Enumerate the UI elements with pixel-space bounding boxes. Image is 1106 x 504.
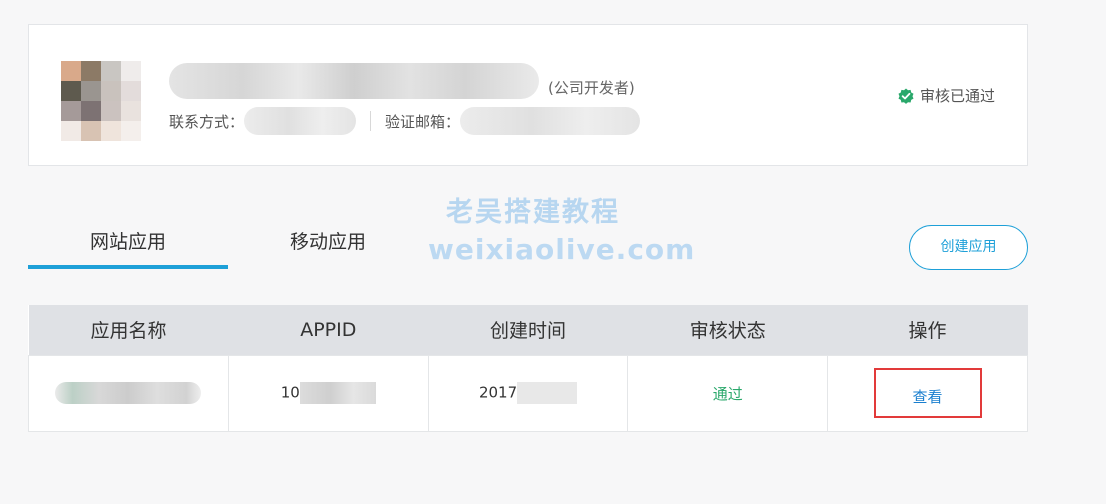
appid-cell: 10 — [227, 354, 429, 432]
verified-check-icon — [898, 88, 914, 104]
email-value-redacted — [460, 107, 641, 135]
developer-profile-card: (公司开发者) 联系方式： 验证邮箱： 审核已通过 — [28, 24, 1028, 166]
created-time-cell: 2017 — [427, 354, 629, 432]
avatar — [61, 61, 141, 141]
developer-name-redacted — [169, 63, 539, 99]
contact-label: 联系方式： — [169, 112, 245, 131]
review-status-text: 审核已通过 — [919, 87, 995, 105]
column-header-actions: 操作 — [827, 305, 1028, 355]
table-row: 10 2017 通过 查看 — [28, 354, 1028, 432]
app-name-redacted — [55, 382, 202, 404]
review-status-cell: 通过 — [627, 354, 829, 432]
appid-redacted — [299, 382, 376, 404]
created-time-prefix: 2017 — [478, 383, 518, 402]
divider — [370, 111, 372, 131]
column-header-created-time: 创建时间 — [428, 305, 628, 355]
view-app-link[interactable]: 查看 — [873, 368, 982, 418]
tab-mobile-apps[interactable]: 移动应用 — [228, 220, 428, 269]
created-time-redacted — [517, 382, 578, 404]
actions-cell: 查看 — [827, 354, 1028, 432]
watermark: 老吴搭建教程 — [446, 197, 620, 228]
column-header-app-name: 应用名称 — [28, 305, 229, 355]
contact-row: 联系方式： 验证邮箱： — [169, 107, 641, 135]
create-app-button[interactable]: 创建应用 — [909, 225, 1028, 270]
contact-value-redacted — [244, 107, 357, 135]
watermark-url: weixiaolive.com — [428, 233, 696, 266]
column-header-appid: APPID — [228, 305, 429, 355]
app-type-tabs: 网站应用 移动应用 — [28, 220, 428, 269]
tab-website-apps[interactable]: 网站应用 — [28, 220, 228, 269]
app-name-cell — [28, 354, 229, 432]
column-header-review-status: 审核状态 — [627, 305, 828, 355]
appid-prefix: 10 — [280, 383, 300, 402]
app-table: 应用名称 APPID 创建时间 审核状态 操作 10 2017 通过 查看 — [28, 305, 1028, 432]
email-label: 验证邮箱： — [385, 112, 461, 131]
developer-type-label: (公司开发者) — [548, 79, 635, 97]
status-passed-text: 通过 — [712, 384, 743, 403]
table-header-row: 应用名称 APPID 创建时间 审核状态 操作 — [28, 305, 1028, 355]
review-status: 审核已通过 — [898, 85, 995, 106]
